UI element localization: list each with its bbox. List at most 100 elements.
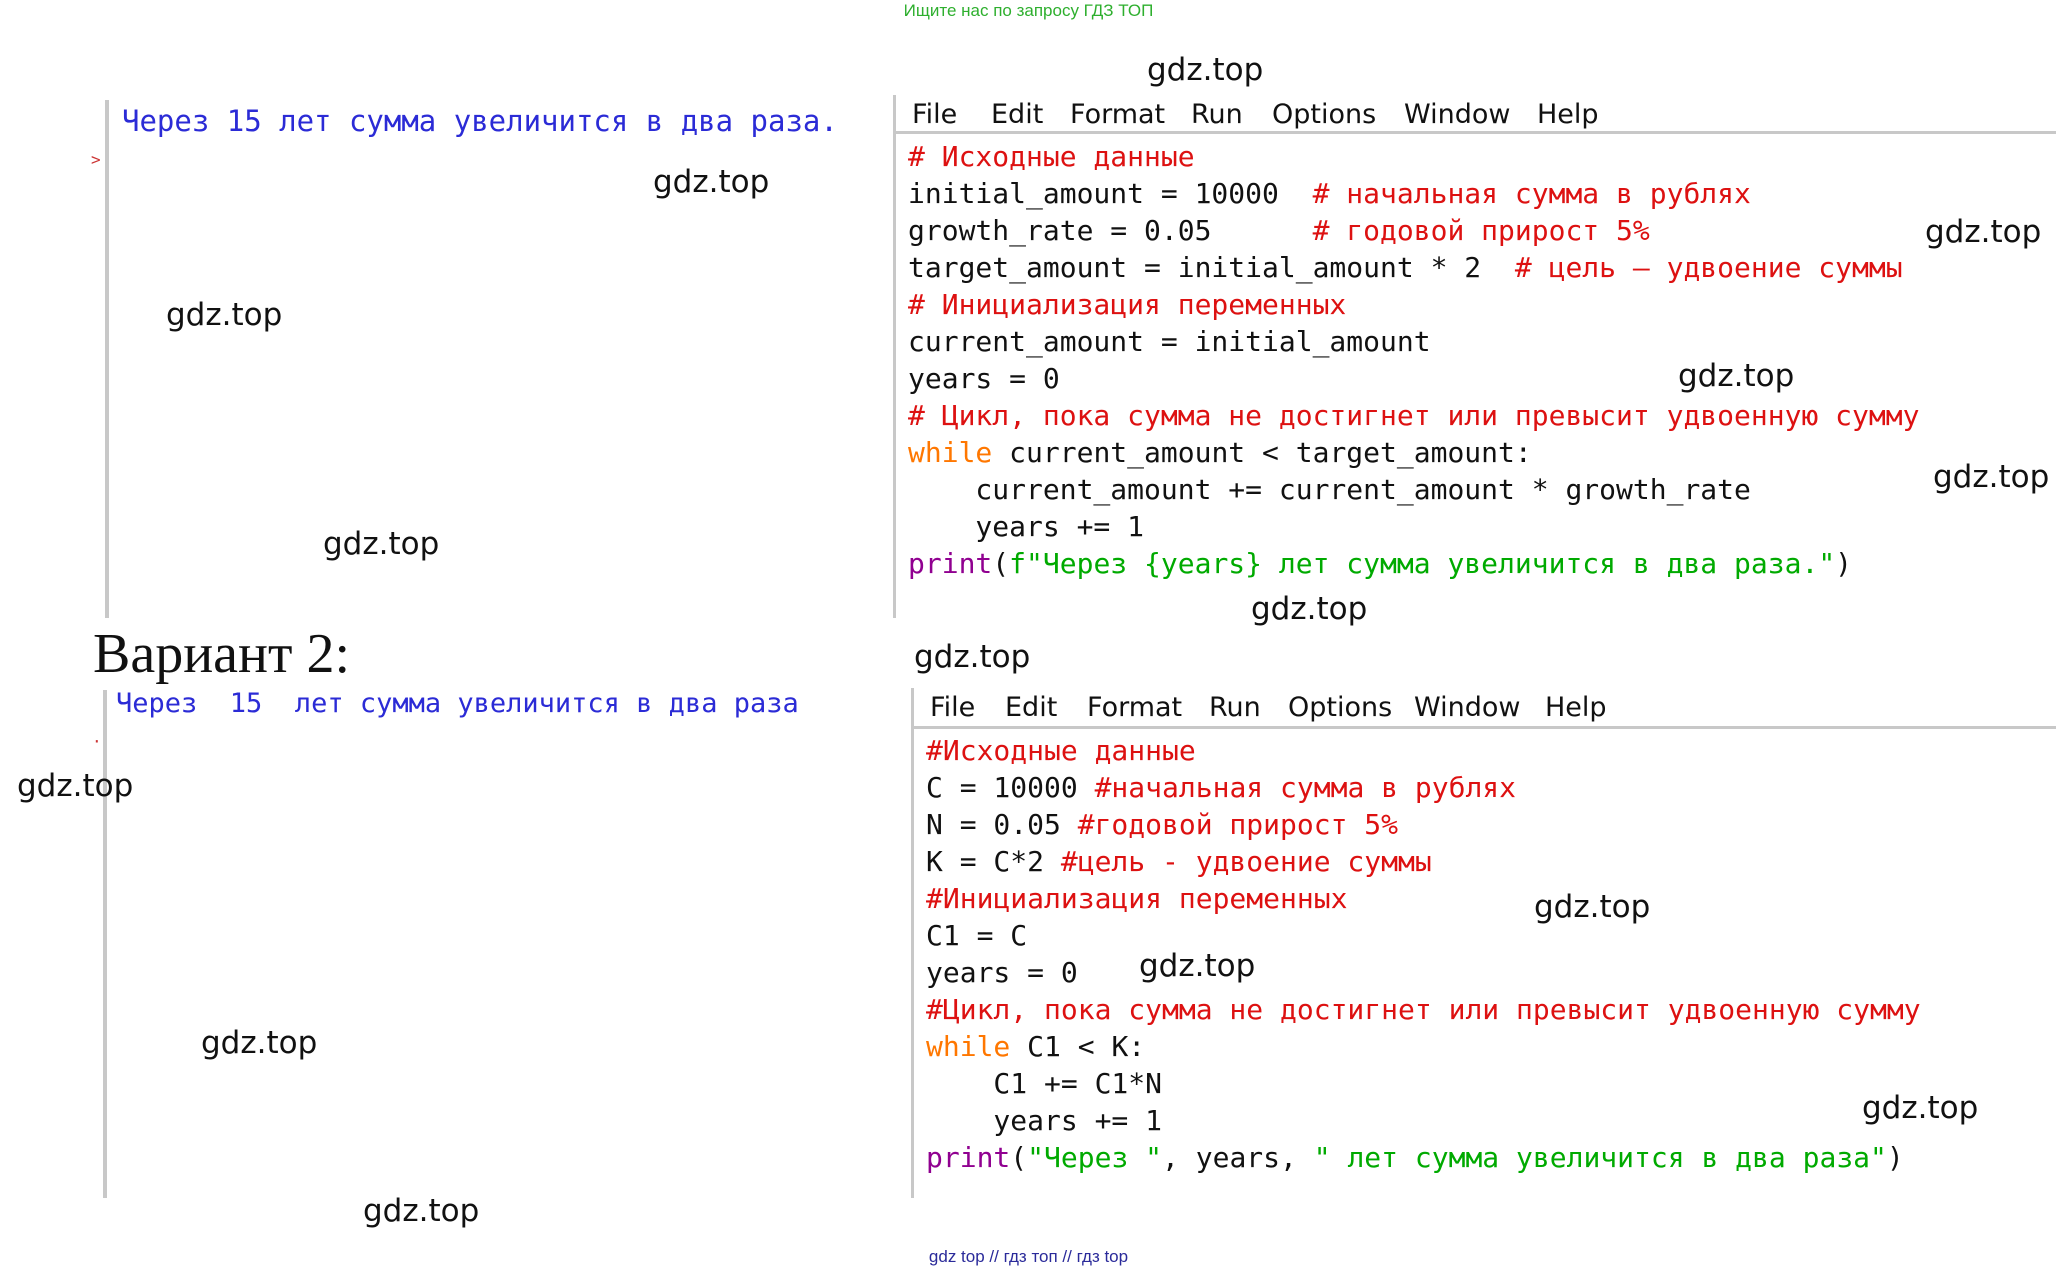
code-token: print (908, 547, 993, 580)
code-line: print("Через ", years, " лет сумма увели… (926, 1141, 1904, 1178)
code-line: C1 = C (926, 919, 1027, 956)
code-line: initial_amount = 10000 # начальная сумма… (908, 177, 1751, 214)
code-line: # Цикл, пока сумма не достигнет или прев… (908, 399, 1919, 436)
shell-prompt-2: · (92, 732, 102, 751)
watermark: gdz.top (1139, 948, 1256, 984)
code-token: current_amount < target_amount: (992, 436, 1532, 469)
code-token: # Исходные данные (908, 140, 1195, 173)
menu-edit[interactable]: Edit (1005, 692, 1057, 723)
watermark: gdz.top (653, 164, 770, 200)
code-token: # Инициализация переменных (908, 288, 1347, 321)
watermark: gdz.top (1251, 591, 1368, 627)
watermark: gdz.top (323, 526, 440, 562)
watermark: gdz.top (1933, 459, 2050, 495)
code-token: current_amount = initial_amount (908, 325, 1431, 358)
code-token: current_amount += current_amount * growt… (908, 473, 1751, 506)
code-token: N = 0.05 (926, 808, 1078, 841)
code-area-1[interactable]: # Исходные данные initial_amount = 10000 … (908, 140, 2048, 610)
watermark: gdz.top (1147, 52, 1264, 88)
code-line: while current_amount < target_amount: (908, 436, 1532, 473)
code-line: # Исходные данные (908, 140, 1195, 177)
code-token: ( (1010, 1141, 1028, 1174)
watermark: gdz.top (1862, 1090, 1979, 1126)
code-line: years += 1 (926, 1104, 1162, 1141)
code-token: C1 < K: (1010, 1030, 1146, 1063)
code-line: C1 += C1*N (926, 1067, 1162, 1104)
code-line: while C1 < K: (926, 1030, 1145, 1067)
code-token: target_amount = initial_amount * 2 (908, 251, 1515, 284)
code-line: print(f"Через {years} лет сумма увеличит… (908, 547, 1852, 584)
menu-window[interactable]: Window (1404, 99, 1510, 130)
code-token: years = 0 (926, 956, 1078, 989)
menu-format[interactable]: Format (1070, 99, 1165, 130)
shell-output-1: Через 15 лет сумма увеличится в два раза… (122, 104, 838, 138)
code-token: growth_rate = 0.05 (908, 214, 1313, 247)
menu-options[interactable]: Options (1288, 692, 1392, 723)
code-token: #Цикл, пока сумма не достигнет или превы… (926, 993, 1921, 1026)
code-token: years += 1 (908, 510, 1145, 543)
menu-run[interactable]: Run (1209, 692, 1261, 723)
code-token: years += 1 (926, 1104, 1163, 1137)
code-line: K = C*2 #цель - удвоение суммы (926, 845, 1432, 882)
footer: gdz top // гдз топ // гдз top (928, 1247, 1129, 1266)
code-line: target_amount = initial_amount * 2 # цел… (908, 251, 1903, 288)
code-token: # годовой прирост 5% (1312, 214, 1650, 247)
code-token: C1 = C (926, 919, 1028, 952)
code-token: # цель — удвоение суммы (1514, 251, 1903, 284)
watermark: gdz.top (1534, 889, 1651, 925)
code-token: C = 10000 (926, 771, 1095, 804)
watermark: gdz.top (1925, 214, 2042, 250)
code-token: ) (1835, 547, 1853, 580)
menu-file[interactable]: File (930, 692, 975, 723)
watermark: gdz.top (201, 1025, 318, 1061)
menu-bar-2: File Edit Format Run Options Window Help (914, 688, 2056, 729)
code-line: #Цикл, пока сумма не достигнет или превы… (926, 993, 1921, 1030)
code-line: years = 0 (908, 362, 1060, 399)
watermark: gdz.top (363, 1193, 480, 1229)
menu-window[interactable]: Window (1414, 692, 1520, 723)
menu-edit[interactable]: Edit (991, 99, 1043, 130)
shell-window-1 (105, 100, 895, 618)
code-line: years = 0 (926, 956, 1078, 993)
code-token: initial_amount = 10000 (908, 177, 1313, 210)
menu-file[interactable]: File (912, 99, 957, 130)
code-line: current_amount = initial_amount (908, 325, 1431, 362)
code-line: N = 0.05 #годовой прирост 5% (926, 808, 1398, 845)
code-token: # начальная сумма в рублях (1312, 177, 1751, 210)
menu-format[interactable]: Format (1087, 692, 1182, 723)
code-line: C = 10000 #начальная сумма в рублях (926, 771, 1516, 808)
code-token: , years, (1162, 1141, 1314, 1174)
code-line: # Инициализация переменных (908, 288, 1346, 325)
watermark: gdz.top (1678, 358, 1795, 394)
watermark: gdz.top (17, 768, 134, 804)
code-token: ) (1886, 1141, 1904, 1174)
editor-window-1: File Edit Format Run Options Window Help… (893, 95, 2056, 618)
code-token: f"Через {years} лет сумма увеличится в д… (1009, 547, 1836, 580)
code-token: print (926, 1141, 1011, 1174)
code-token: #цель - удвоение суммы (1060, 845, 1432, 878)
code-token: C1 += C1*N (926, 1067, 1163, 1100)
code-line: years += 1 (908, 510, 1144, 547)
code-line: growth_rate = 0.05 # годовой прирост 5% (908, 214, 1650, 251)
code-token: while (908, 436, 993, 469)
code-line: #Инициализация переменных (926, 882, 1347, 919)
code-token: " лет сумма увеличится в два раза" (1313, 1141, 1887, 1174)
code-token: #начальная сумма в рублях (1094, 771, 1517, 804)
code-line: #Исходные данные (926, 734, 1196, 771)
watermark: gdz.top (166, 297, 283, 333)
code-token: ( (992, 547, 1010, 580)
shell-prompt-1: > (91, 150, 101, 169)
code-token: #годовой прирост 5% (1077, 808, 1399, 841)
menu-options[interactable]: Options (1272, 99, 1376, 130)
watermark: gdz.top (914, 639, 1031, 675)
menu-help[interactable]: Help (1545, 692, 1607, 723)
code-line: current_amount += current_amount * growt… (908, 473, 1751, 510)
code-token: while (926, 1030, 1011, 1063)
menu-bar-1: File Edit Format Run Options Window Help (896, 95, 2056, 134)
code-token: years = 0 (908, 362, 1060, 395)
menu-help[interactable]: Help (1537, 99, 1599, 130)
menu-run[interactable]: Run (1191, 99, 1243, 130)
code-token: #Инициализация переменных (926, 882, 1348, 915)
top-banner: Ищите нас по запросу ГДЗ ТОП (903, 1, 1154, 20)
variant-2-heading: Вариант 2: (93, 623, 351, 685)
